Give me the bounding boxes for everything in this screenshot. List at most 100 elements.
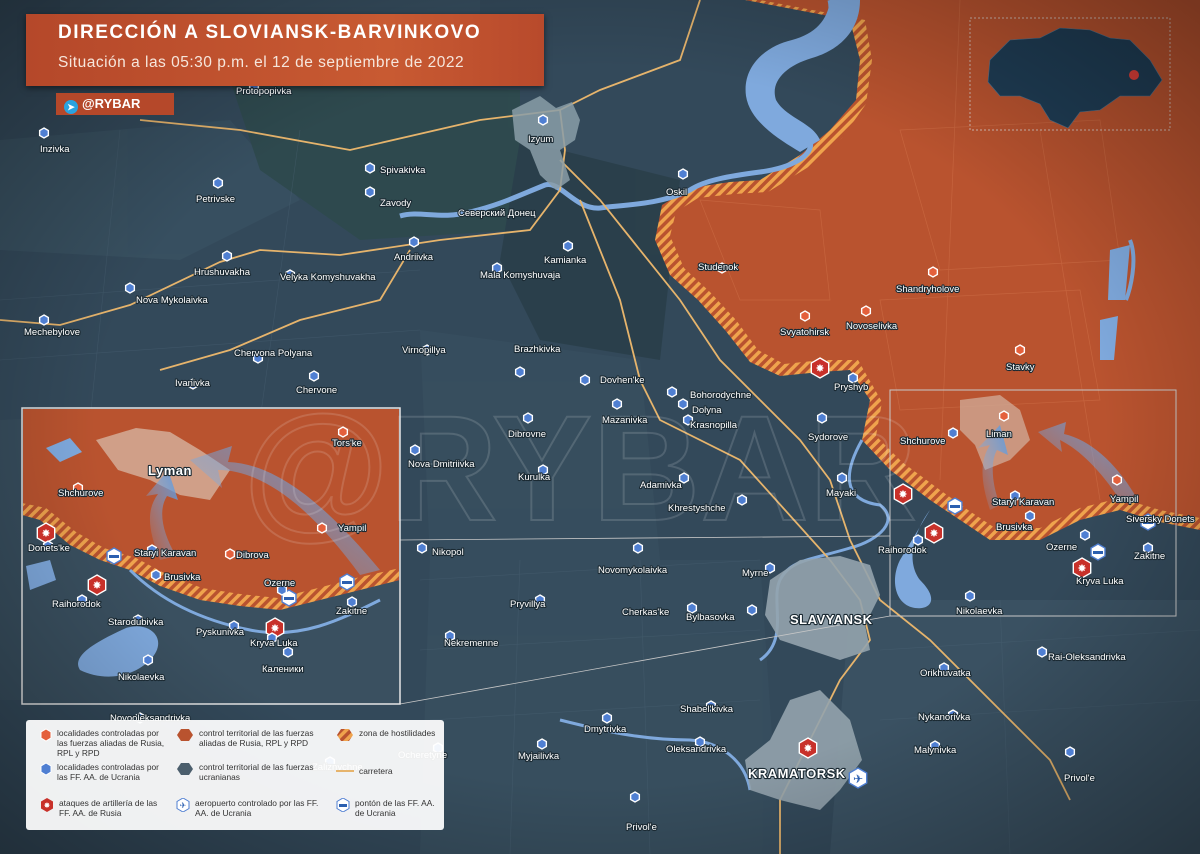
ua-locality-marker[interactable] [536,738,548,750]
town-label: Studenok [698,262,738,273]
town-label: Mazanivka [602,415,648,426]
town-label: Inzivka [40,144,70,155]
river-label-siversky-donets: Siversky Donets [1126,514,1195,525]
ua-locality-marker[interactable] [221,250,233,262]
town-label: Velyka Komyshuvakha [280,272,376,283]
town-label: Adamivka [640,480,682,491]
ua-locality-marker[interactable] [677,398,689,410]
town-label: Bohorodychne [690,390,751,401]
telegram-icon: ➤ [64,100,78,114]
town-label: Pryshyb [834,382,868,393]
town-label: Dovhen'ke [600,375,645,386]
town-label: Liman [986,429,1012,440]
pontoon-icon [284,597,294,600]
town-label: Stavky [1006,362,1035,373]
ua-locality-marker[interactable] [38,314,50,326]
town-label: Nikopol [432,547,464,558]
ua-locality-marker[interactable] [308,370,320,382]
ua-locality-marker[interactable] [1024,510,1036,522]
ru-locality-marker[interactable] [224,548,236,560]
ua-locality-marker[interactable] [142,654,154,666]
ua-locality-marker[interactable] [632,542,644,554]
ua-locality-marker[interactable] [629,791,641,803]
town-label: Myrne [742,568,768,579]
ru-locality-marker[interactable] [927,266,939,278]
ua-locality-marker[interactable] [150,569,162,581]
ua-locality-marker[interactable] [836,472,848,484]
ru-locality-marker[interactable] [998,410,1010,422]
ua-locality-marker[interactable] [416,542,428,554]
explosion-icon: ✸ [803,742,812,755]
town-label: Dibrovne [508,429,546,440]
road-swatch [336,770,354,772]
town-label: Sydorove [808,432,848,443]
ua-locality-marker[interactable] [947,427,959,439]
ru-locality-marker[interactable] [799,310,811,322]
town-label: Izyum [528,134,553,145]
town-label: Shabel'kivka [680,704,734,715]
ua-locality-marker[interactable] [408,236,420,248]
ua-locality-marker[interactable] [38,127,50,139]
ua-locality-marker[interactable] [364,162,376,174]
city-label-kramatorsk: KRAMATORSK [748,766,846,781]
ua-locality-marker[interactable] [601,712,613,724]
ru-territory-swatch [177,729,193,741]
ua-locality-marker[interactable] [816,412,828,424]
ua-locality-marker[interactable] [1036,646,1048,658]
ru-locality-marker[interactable] [860,305,872,317]
ru-locality-marker[interactable] [316,522,328,534]
telegram-handle[interactable]: ➤ @RYBAR [56,93,174,115]
pontoon-icon [1093,551,1103,554]
town-label: Hrushuvakha [194,267,251,278]
ru-locality-marker[interactable] [1111,474,1123,486]
airplane-icon: ✈ [853,772,863,786]
town-label: Ozerne [1046,542,1077,553]
ua-locality-marker[interactable] [364,186,376,198]
town-label: Khrestyshche [668,503,726,514]
inset-town-label: Kryva Luka [250,638,298,649]
inset-town-label: Каленики [262,664,304,675]
town-label: Privol'e [1064,773,1095,784]
ua-locality-icon [40,762,52,776]
ua-locality-marker[interactable] [522,412,534,424]
ua-locality-marker[interactable] [409,444,421,456]
ua-locality-marker[interactable] [611,398,623,410]
town-label: Nova Mykolaivka [136,295,209,306]
town-label: Novoselivka [846,321,898,332]
legend-item-ua-localities: localidades controladas por las FF. AA. … [40,762,170,782]
town-label: Raihorodok [878,545,927,556]
ua-locality-marker[interactable] [212,177,224,189]
ru-locality-marker[interactable] [1014,344,1026,356]
ua-locality-marker[interactable] [562,240,574,252]
ua-locality-marker[interactable] [1079,529,1091,541]
ua-locality-marker[interactable] [537,114,549,126]
town-label: Mala Komyshuvaja [480,270,561,281]
legend-item-artillery: ✸ ataques de artillería de las FF. AA. d… [40,798,170,818]
ua-locality-marker[interactable] [1064,746,1076,758]
town-label: Shandryholove [896,284,959,295]
ua-locality-marker[interactable] [514,366,526,378]
explosion-icon: ✸ [898,488,907,501]
pontoon-icon [950,505,960,508]
explosion-icon: ✸ [929,527,938,540]
ru-locality-marker[interactable] [337,426,349,438]
town-label: Kurulka [518,472,551,483]
ua-locality-marker[interactable] [736,494,748,506]
city-label-slavyansk: SLAVYANSK [790,612,873,627]
ua-locality-marker[interactable] [912,534,924,546]
ua-locality-marker[interactable] [677,168,689,180]
explosion-icon: ✸ [92,579,101,592]
svg-text:✈: ✈ [180,801,187,810]
svg-text:✸: ✸ [44,801,51,810]
town-label: Staryi Karavan [992,497,1054,508]
ua-locality-marker[interactable] [124,282,136,294]
ua-locality-marker[interactable] [666,386,678,398]
inset-town-label: Pyskunivka [196,627,245,638]
pontoon-icon [342,581,352,584]
ua-locality-marker[interactable] [746,604,758,616]
ua-locality-marker[interactable] [964,590,976,602]
inset-town-label: Shchurove [58,488,103,499]
town-label: Mechebylove [24,327,80,338]
town-label: Malynivka [914,745,957,756]
ua-locality-marker[interactable] [579,374,591,386]
